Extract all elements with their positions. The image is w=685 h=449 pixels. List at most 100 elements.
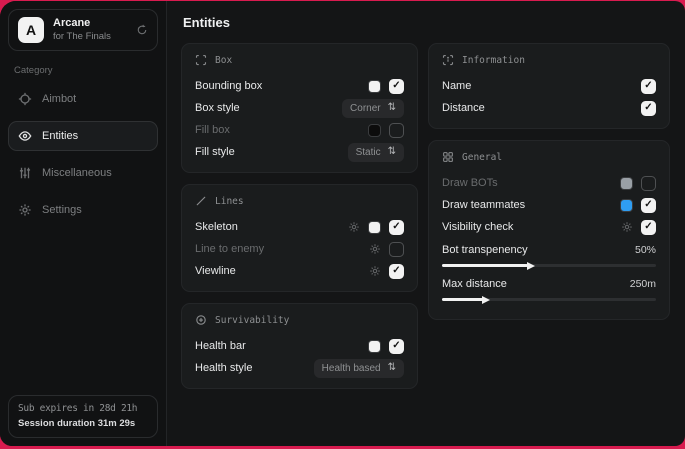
checkbox[interactable]: ✓	[641, 220, 656, 235]
line-icon	[195, 195, 207, 207]
sidebar-item-aimbot[interactable]: Aimbot	[8, 84, 158, 114]
setting-row-viewline: Viewline ✓	[195, 260, 404, 282]
max-distance-slider[interactable]	[442, 298, 656, 301]
card-title: Information	[462, 55, 525, 66]
gear-icon[interactable]	[369, 243, 381, 255]
checkbox[interactable]: ✓	[389, 220, 404, 235]
setting-row-draw-teammates: Draw teammates ✓	[442, 194, 656, 216]
box-style-dropdown[interactable]: Corner ⇅	[342, 99, 404, 118]
check-icon: ✓	[392, 222, 400, 232]
row-controls: ✓	[368, 79, 404, 94]
row-controls: ✓	[641, 79, 656, 94]
sidebar-item-label: Settings	[42, 204, 82, 216]
checkbox[interactable]: ✓	[389, 242, 404, 257]
check-icon: ✓	[392, 341, 400, 351]
health-style-dropdown[interactable]: Health based ⇅	[314, 359, 404, 378]
checkbox[interactable]: ✓	[389, 123, 404, 138]
card-box: Box Bounding box ✓ Box style Corner	[181, 43, 418, 173]
row-controls: ✓	[369, 264, 404, 279]
row-controls: ✓	[620, 198, 656, 213]
sidebar-item-entities[interactable]: Entities	[8, 121, 158, 151]
left-column: Box Bounding box ✓ Box style Corner	[181, 43, 418, 400]
setting-row-fill-box: Fill box ✓	[195, 119, 404, 141]
setting-row-distance: Distance ✓	[442, 97, 656, 119]
app-title-block: Arcane for The Finals	[53, 17, 127, 43]
row-controls: ✓	[368, 123, 404, 138]
chevrons-updown-icon: ⇅	[388, 103, 396, 113]
check-icon: ✓	[644, 81, 652, 91]
refresh-icon[interactable]	[136, 24, 148, 36]
setting-label: Health style	[195, 362, 252, 374]
sidebar-item-label: Aimbot	[42, 93, 76, 105]
setting-row-health-bar: Health bar ✓	[195, 335, 404, 357]
check-icon: ✓	[644, 200, 652, 210]
slider-value: 250m	[630, 278, 656, 290]
check-icon: ✓	[644, 103, 652, 113]
setting-label: Fill box	[195, 124, 230, 136]
checkbox[interactable]: ✓	[641, 79, 656, 94]
row-controls: ✓	[641, 101, 656, 116]
gear-icon[interactable]	[369, 265, 381, 277]
app-window: A Arcane for The Finals Category Aimbot …	[0, 1, 685, 446]
check-icon: ✓	[392, 266, 400, 276]
gear-icon[interactable]	[621, 221, 633, 233]
color-swatch[interactable]	[368, 221, 381, 234]
setting-label: Fill style	[195, 146, 235, 158]
checkbox[interactable]: ✓	[389, 339, 404, 354]
health-cross-icon	[195, 314, 207, 326]
desktop-background: A Arcane for The Finals Category Aimbot …	[0, 0, 685, 449]
setting-label: Bounding box	[195, 80, 262, 92]
setting-row-draw-bots: Draw BOTs ✓	[442, 172, 656, 194]
color-swatch[interactable]	[368, 340, 381, 353]
card-box-header: Box	[195, 54, 404, 66]
session-duration-text: Session duration 31m 29s	[18, 418, 148, 429]
color-swatch[interactable]	[620, 177, 633, 190]
dropdown-value: Health based	[322, 363, 381, 374]
setting-row-health-style: Health style Health based ⇅	[195, 357, 404, 379]
setting-label: Viewline	[195, 265, 236, 277]
checkbox[interactable]: ✓	[641, 101, 656, 116]
slider-fill	[442, 264, 528, 267]
color-swatch[interactable]	[368, 80, 381, 93]
bounding-box-icon	[195, 54, 207, 66]
sidebar-item-settings[interactable]: Settings	[8, 195, 158, 225]
card-survivability: Survivability Health bar ✓ Health style …	[181, 303, 418, 389]
setting-label: Line to enemy	[195, 243, 264, 255]
gear-icon[interactable]	[348, 221, 360, 233]
setting-row-bot-transparency: Bot transpenency 50%	[442, 242, 656, 267]
checkbox[interactable]: ✓	[641, 198, 656, 213]
color-swatch[interactable]	[620, 199, 633, 212]
checkbox[interactable]: ✓	[641, 176, 656, 191]
row-controls: ✓	[348, 220, 404, 235]
color-swatch[interactable]	[368, 124, 381, 137]
card-title: Lines	[215, 196, 244, 207]
checkbox[interactable]: ✓	[389, 264, 404, 279]
slider-label-row: Bot transpenency 50%	[442, 242, 656, 258]
card-title: Box	[215, 55, 232, 66]
slider-thumb[interactable]	[482, 296, 490, 304]
app-subtitle: for The Finals	[53, 32, 127, 43]
sliders-icon	[18, 166, 32, 180]
sidebar-nav: Aimbot Entities Miscellaneous Settings	[8, 84, 158, 232]
bot-transparency-slider[interactable]	[442, 264, 656, 267]
main-content: Entities Box Bounding box ✓	[167, 1, 685, 446]
sidebar: A Arcane for The Finals Category Aimbot …	[0, 1, 167, 446]
app-header: A Arcane for The Finals	[8, 9, 158, 51]
sidebar-item-label: Miscellaneous	[42, 167, 112, 179]
fill-style-dropdown[interactable]: Static ⇅	[348, 143, 404, 162]
chevrons-updown-icon: ⇅	[388, 363, 396, 373]
slider-label-row: Max distance 250m	[442, 276, 656, 292]
card-general: General Draw BOTs ✓ Draw teammates	[428, 140, 670, 320]
checkbox[interactable]: ✓	[389, 79, 404, 94]
setting-label: Draw BOTs	[442, 177, 498, 189]
page-title: Entities	[183, 15, 673, 30]
setting-label: Visibility check	[442, 221, 513, 233]
row-controls: ✓	[621, 220, 656, 235]
sidebar-item-miscellaneous[interactable]: Miscellaneous	[8, 158, 158, 188]
info-icon	[442, 54, 454, 66]
card-general-header: General	[442, 151, 656, 163]
slider-thumb[interactable]	[527, 262, 535, 270]
gear-icon	[18, 203, 32, 217]
setting-row-box-style: Box style Corner ⇅	[195, 97, 404, 119]
crosshair-icon	[18, 92, 32, 106]
